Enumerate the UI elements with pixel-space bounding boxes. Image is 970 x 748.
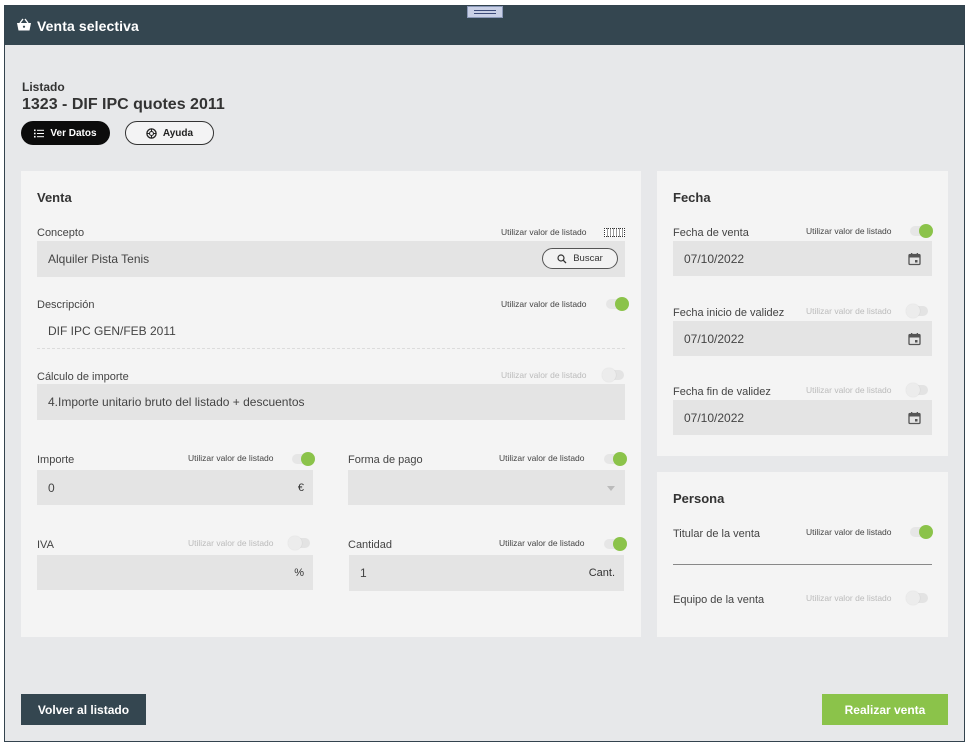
buscar-label: Buscar [573,253,603,264]
titular-underline [673,564,932,565]
fecha-venta-field[interactable]: 07/10/2022 [673,241,932,276]
venta-title: Venta [37,190,72,205]
calendar-icon[interactable] [908,411,921,424]
calculo-use-list-label: Utilizar valor de listado [501,370,587,380]
volver-button[interactable]: Volver al listado [21,694,146,725]
iva-use-list-toggle[interactable] [288,536,310,550]
descripcion-use-list-label: Utilizar valor de listado [501,299,587,309]
descripcion-label: Descripción [37,299,95,311]
calculo-use-list-toggle[interactable] [602,368,624,382]
calendar-icon[interactable] [908,252,921,265]
fecha-venta-value: 07/10/2022 [684,251,745,266]
fecha-venta-use-list-label: Utilizar valor de listado [806,226,892,236]
titular-label: Titular de la venta [673,528,761,540]
window-title: Venta selectiva [37,18,139,34]
titular-use-list-toggle[interactable] [910,525,933,539]
list-caption: Listado [22,80,65,94]
titular-input[interactable] [673,542,932,564]
euro-unit: € [297,481,304,494]
calculo-label: Cálculo de importe [37,371,129,383]
forma-pago-label: Forma de pago [348,454,423,466]
forma-pago-use-list-toggle[interactable] [604,452,627,466]
ayuda-button[interactable]: Ayuda [125,121,214,145]
ver-datos-button[interactable]: Ver Datos [21,121,110,145]
concepto-use-list-label: Utilizar valor de listado [501,227,587,237]
venta-card: Venta Concepto Utilizar valor de listado… [21,171,641,637]
buscar-button[interactable]: Buscar [542,248,618,269]
fecha-venta-label: Fecha de venta [673,227,749,239]
persona-title: Persona [673,491,725,506]
forma-pago-select[interactable] [348,470,625,505]
search-icon [557,253,567,263]
equipo-use-list-toggle[interactable] [906,591,928,605]
fecha-venta-use-list-toggle[interactable] [910,224,933,238]
basket-icon [17,18,31,31]
sale-window: Venta selectiva Listado 1323 - DIF IPC q… [4,5,965,742]
list-title: 1323 - DIF IPC quotes 2011 [22,96,225,113]
calculo-field[interactable]: 4.Importe unitario bruto del listado + d… [37,384,625,420]
fecha-fin-use-list-label: Utilizar valor de listado [806,385,892,395]
cantidad-unit: Cant. [588,567,615,579]
cantidad-label: Cantidad [348,539,393,551]
fecha-inicio-use-list-toggle[interactable] [906,304,928,318]
concepto-field[interactable]: Alquiler Pista Tenis Buscar [37,241,625,277]
fecha-fin-value: 07/10/2022 [684,410,745,425]
fecha-fin-field[interactable]: 07/10/2022 [673,400,932,435]
iva-field[interactable]: % [37,555,313,590]
cantidad-value: 1 [360,566,367,580]
concepto-label: Concepto [37,227,85,239]
fecha-inicio-use-list-label: Utilizar valor de listado [806,306,892,316]
ver-datos-label: Ver Datos [50,127,97,139]
persona-card: Persona Titular de la venta Utilizar val… [657,472,948,637]
iva-use-list-label: Utilizar valor de listado [188,538,274,548]
fecha-inicio-label: Fecha inicio de validez [673,307,785,319]
chevron-down-icon [607,485,615,491]
importe-use-list-label: Utilizar valor de listado [188,453,274,463]
concepto-use-list-checkbox[interactable] [604,228,625,237]
fecha-inicio-field[interactable]: 07/10/2022 [673,321,932,356]
fecha-inicio-value: 07/10/2022 [684,331,745,346]
calendar-icon[interactable] [908,332,921,345]
forma-pago-use-list-label: Utilizar valor de listado [499,453,585,463]
lifebuoy-icon [146,127,157,139]
fecha-fin-use-list-toggle[interactable] [906,383,928,397]
list-icon [34,129,45,137]
importe-label: Importe [37,454,75,466]
descripcion-value: DIF IPC GEN/FEB 2011 [48,324,176,338]
fecha-card: Fecha Fecha de venta Utilizar valor de l… [657,171,948,456]
descripcion-field[interactable]: DIF IPC GEN/FEB 2011 [37,314,625,349]
importe-field[interactable]: 0 € [37,470,313,505]
fecha-title: Fecha [673,190,711,205]
concepto-value: Alquiler Pista Tenis [48,252,150,266]
cantidad-field[interactable]: 1 Cant. [349,555,624,591]
calculo-value: 4.Importe unitario bruto del listado + d… [48,395,305,409]
realizar-venta-button[interactable]: Realizar venta [822,694,948,725]
cantidad-use-list-toggle[interactable] [604,537,627,551]
descripcion-use-list-toggle[interactable] [606,297,629,311]
titular-use-list-label: Utilizar valor de listado [806,527,892,537]
drag-handle[interactable] [467,6,503,18]
ayuda-label: Ayuda [162,127,194,139]
equipo-use-list-label: Utilizar valor de listado [806,593,892,603]
importe-use-list-toggle[interactable] [292,452,315,466]
equipo-label: Equipo de la venta [673,594,765,606]
importe-value: 0 [48,480,55,495]
cantidad-use-list-label: Utilizar valor de listado [499,538,585,548]
fecha-fin-label: Fecha fin de validez [673,386,771,398]
percent-unit: % [294,566,304,579]
iva-label: IVA [37,539,54,551]
